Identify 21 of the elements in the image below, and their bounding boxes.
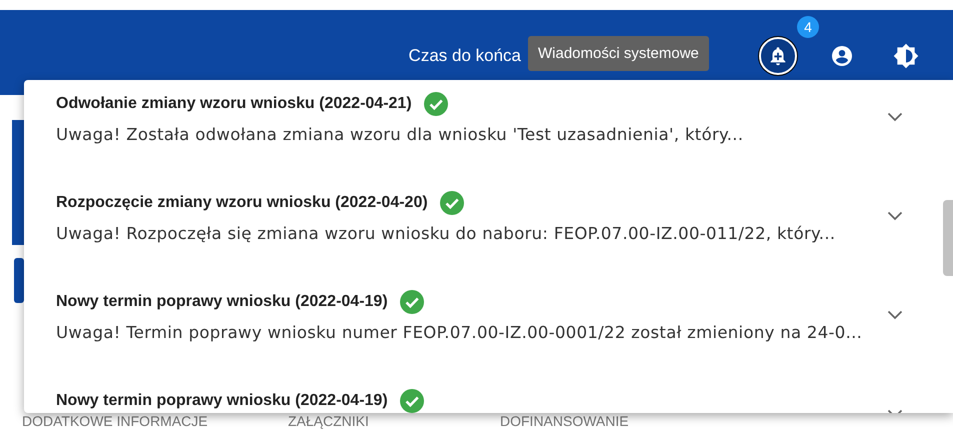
user-icon [830, 44, 854, 68]
notification-count-badge: 4 [797, 16, 819, 38]
session-timer-label: Czas do końca [408, 46, 521, 66]
chevron-down-icon[interactable] [887, 310, 903, 320]
notification-title: Nowy termin poprawy wniosku (2022-04-19) [56, 293, 388, 311]
scrollbar-thumb[interactable] [943, 200, 953, 276]
tooltip: Wiadomości systemowe [528, 36, 709, 71]
background-button-edge [14, 258, 24, 303]
notification-text: Uwaga! Została odwołana zmiana wzoru dla wniosku 'Test uzasadnienia', który... [56, 125, 744, 144]
brightness-icon [893, 43, 919, 69]
notification-title: Odwołanie zmiany wzoru wniosku (2022-04-21) [56, 95, 412, 113]
section-tab[interactable]: DOFINANSOWANIE [500, 414, 629, 430]
notification-title: Nowy termin poprawy wniosku (2022-04-19) [56, 392, 388, 410]
notifications-button[interactable] [759, 37, 797, 75]
notification-title: Rozpoczęcie zmiany wzoru wniosku (2022-04-20) [56, 194, 428, 212]
chevron-down-icon[interactable] [887, 112, 903, 122]
chevron-down-icon[interactable] [887, 211, 903, 221]
notification-text: Uwaga! Rozpoczęła się zmiana wzoru wniosku do naboru: FEOP.07.00-IZ.00-011/22, który... [56, 224, 836, 243]
section-tab[interactable]: ZAŁĄCZNIKI [288, 414, 369, 430]
notification-text: Uwaga! Termin poprawy wniosku numer FEOP.07.00-IZ.00-0001/22 został zmieniony na 24-0... [56, 323, 864, 342]
section-tab[interactable]: DODATKOWE INFORMACJE [22, 414, 208, 430]
